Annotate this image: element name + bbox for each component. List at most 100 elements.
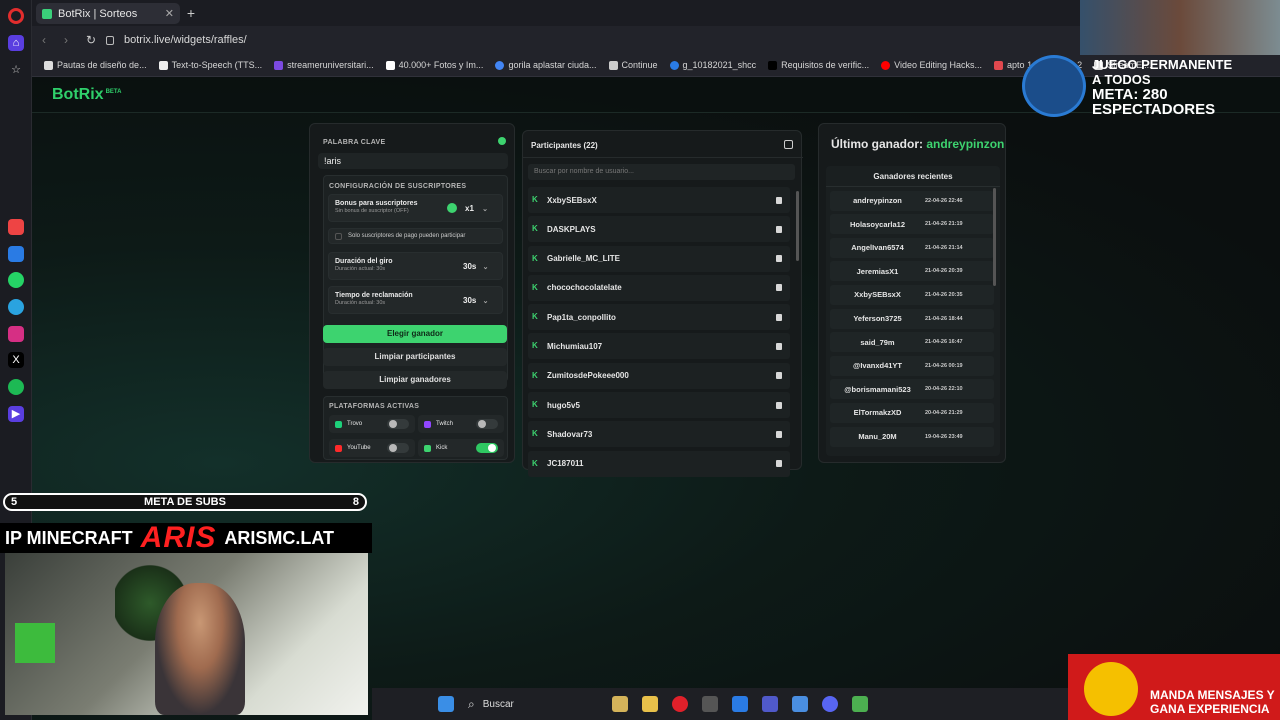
participant-item: K Michumiau107 (528, 333, 790, 360)
bookmark-item[interactable]: Text-to-Speech (TTS... (158, 60, 262, 70)
winners-panel: Último ganador: andreypinzon Ganadores r… (818, 123, 1006, 463)
bonus-info-icon[interactable] (447, 203, 457, 213)
winner-item: XxbySEBsxX 21-04-26 20:35 (830, 284, 994, 305)
bonus-select[interactable]: x1 ⌄ (465, 204, 488, 213)
trash-icon[interactable] (776, 196, 782, 204)
url-text: botrix.live/widgets/raffles/ (124, 34, 247, 46)
bookmark-item[interactable]: streameruniversitari... (274, 60, 374, 70)
tab-botrix[interactable]: BotRix | Sorteos ✕ (36, 3, 180, 24)
gmail-icon[interactable] (8, 219, 24, 235)
minecraft-icon[interactable] (852, 696, 868, 712)
trash-icon[interactable] (776, 255, 782, 263)
winner-item: @Ivanxd41YT 21-04-26 00:19 (830, 355, 994, 376)
trash-icon[interactable] (776, 401, 782, 409)
kick-toggle[interactable] (476, 443, 498, 453)
participants-list: K XxbySEBsxX K DASKPLAYS K Gabrielle_MC_LIT… (528, 187, 790, 480)
participant-item: K ZumitosdePokeee000 (528, 362, 790, 389)
winner-item: @borismamani523 20-04-26 22:10 (830, 379, 994, 400)
back-icon[interactable]: ‹ (42, 33, 46, 47)
app-icon[interactable] (732, 696, 748, 712)
trovo-toggle[interactable] (387, 419, 409, 429)
opera-icon[interactable] (672, 696, 688, 712)
botrix-logo[interactable]: BotRix BETA (52, 86, 121, 104)
youtube-icon (335, 444, 342, 452)
keyword-input[interactable]: !aris (318, 153, 508, 169)
bookmark-item[interactable]: Requisitos de verific... (768, 60, 869, 70)
telegram-icon[interactable] (8, 299, 24, 315)
last-winner-title: Último ganador: andreypinzon (831, 137, 1005, 151)
spin-duration-select[interactable]: 30s ⌄ (463, 262, 488, 271)
trash-icon[interactable] (776, 430, 782, 438)
claim-time-select[interactable]: 30s ⌄ (463, 296, 488, 305)
reload-icon[interactable]: ↻ (86, 33, 96, 47)
teams-icon[interactable] (762, 696, 778, 712)
file-explorer-icon[interactable] (642, 696, 658, 712)
only-paid-label: Solo suscriptores de pago pueden partici… (348, 233, 466, 239)
winners-scrollbar[interactable] (993, 188, 996, 286)
participants-scrollbar[interactable] (796, 191, 799, 261)
winner-item: said_79m 21-04-26 16:47 (830, 332, 994, 353)
cool-emoji-icon (1084, 662, 1138, 716)
home-icon[interactable]: ⌂ (8, 35, 24, 51)
copy-icon[interactable] (784, 140, 793, 149)
bookmark-item[interactable]: Video Editing Hacks... (881, 60, 982, 70)
messages-xp-overlay: MANDA MENSAJES Y GANA EXPERIENCIA (1068, 654, 1280, 720)
platform-twitch: Twitch (418, 415, 504, 433)
trash-icon[interactable] (776, 342, 782, 350)
participant-search-input[interactable]: Buscar por nombre de usuario... (528, 164, 795, 180)
bookmark-item[interactable]: gorila aplastar ciuda... (495, 60, 597, 70)
x-icon[interactable]: X (8, 352, 24, 368)
aris-logo: ARIS (140, 521, 217, 554)
choose-winner-button[interactable]: Elegir ganador (323, 325, 507, 343)
trash-icon[interactable] (776, 372, 782, 380)
bookmark-item[interactable]: 40.000+ Fotos y Im... (385, 60, 483, 70)
participant-item: Khugo5v5 (528, 392, 790, 419)
kick-icon: K (532, 341, 538, 351)
player-icon[interactable]: ▶ (8, 406, 24, 422)
clear-participants-button[interactable]: Limpiar participantes (323, 348, 507, 366)
info-icon[interactable] (498, 137, 506, 145)
bookmark-item[interactable]: Pautas de diseño de... (44, 60, 147, 70)
only-paid-checkbox[interactable] (335, 232, 342, 240)
chevron-down-icon: ⌄ (482, 264, 489, 271)
subs-target: 8 (352, 496, 359, 508)
trash-icon[interactable] (776, 460, 782, 468)
app-icon[interactable] (702, 696, 718, 712)
clear-winners-button[interactable]: Limpiar ganadores (323, 371, 507, 389)
url-field[interactable]: botrix.live/widgets/raffles/ (106, 30, 1066, 50)
star-icon[interactable]: ☆ (8, 62, 24, 78)
lock-icon (106, 35, 114, 45)
platforms-label: PLATAFORMAS ACTIVAS (329, 403, 420, 410)
steam-goal-overlay: JUEGO PERMANENTE A TODOS META: 280 ESPEC… (1022, 55, 1280, 117)
trash-icon[interactable] (776, 284, 782, 292)
subs-goal-bar: 5 META DE SUBS 8 (3, 493, 367, 511)
taskbar-search[interactable]: ⌕ Buscar (468, 693, 598, 715)
spotify-icon[interactable] (8, 379, 24, 395)
chevron-down-icon: ⌄ (482, 206, 489, 213)
new-tab-icon[interactable]: + (184, 6, 198, 20)
trash-icon[interactable] (776, 313, 782, 321)
close-tab-icon[interactable]: ✕ (165, 7, 174, 20)
opera-logo-icon[interactable] (8, 8, 24, 24)
whatsapp-icon[interactable] (8, 272, 24, 288)
instagram-icon[interactable] (8, 326, 24, 342)
bonus-row: Bonus para suscriptores Sin bonus de sus… (328, 194, 503, 222)
widgets-icon[interactable] (612, 696, 628, 712)
bookmark-item[interactable]: g_10182021_shcc (669, 60, 756, 70)
only-paid-row[interactable]: Solo suscriptores de pago pueden partici… (328, 228, 503, 244)
windows-start-icon[interactable] (438, 696, 454, 712)
search-icon: ⌕ (468, 696, 475, 711)
trash-icon[interactable] (776, 225, 782, 233)
bookmark-item[interactable]: Continue (608, 60, 658, 70)
kick-icon: K (532, 429, 538, 439)
winner-item: JeremiasX1 21-04-26 20:39 (830, 261, 994, 282)
store-icon[interactable] (792, 696, 808, 712)
messenger-icon[interactable] (8, 246, 24, 262)
kick-icon: K (532, 224, 538, 234)
twitch-toggle[interactable] (476, 419, 498, 429)
forward-icon[interactable]: › (64, 33, 68, 47)
youtube-toggle[interactable] (387, 443, 409, 453)
kick-icon: K (532, 370, 538, 380)
participant-item: Kchocochocolatelate (528, 274, 790, 301)
discord-icon[interactable] (822, 696, 838, 712)
